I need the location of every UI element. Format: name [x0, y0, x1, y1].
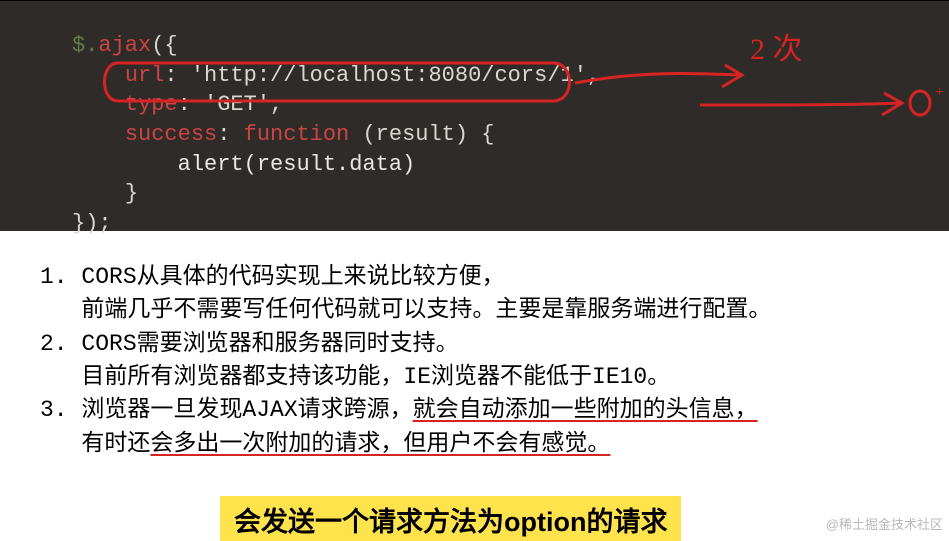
page-root: $.ajax({ url: 'http://localhost:8080/cor…	[0, 0, 949, 541]
code-block: $.ajax({ url: 'http://localhost:8080/cor…	[0, 1, 949, 231]
code-t: (result) {	[349, 122, 494, 147]
note-line: 目前所有浏览器都支持该功能，IE浏览器不能低于IE10。	[40, 364, 670, 390]
code-t: });	[72, 211, 112, 236]
code-t: :	[217, 122, 243, 147]
code-t: alert(result.data)	[178, 152, 416, 177]
code-t: ajax	[98, 33, 151, 58]
code-t: $.	[72, 33, 98, 58]
code-t: :	[178, 92, 204, 117]
code-t: ,	[270, 92, 283, 117]
note-line: 1. CORS从具体的代码实现上来说比较方便，	[40, 264, 505, 290]
code-t: success	[125, 122, 217, 147]
highlight-caption: 会发送一个请求方法为option的请求	[220, 496, 681, 541]
note-line: 2. CORS需要浏览器和服务器同时支持。	[40, 331, 459, 357]
note-line: 前端几乎不需要写任何代码就可以支持。主要是靠服务端进行配置。	[40, 297, 771, 323]
code-t: type	[125, 92, 178, 117]
code-t: }	[125, 181, 138, 206]
code-t: function	[244, 122, 350, 147]
watermark-text: @稀土掘金技术社区	[826, 514, 943, 533]
code-t: 'GET'	[204, 92, 270, 117]
code-t: ({	[151, 33, 177, 58]
code-t: 'http://localhost:8080/cors/1'	[191, 63, 587, 88]
note-underline: 会多出一次附加的请求，但用户不会有感觉。	[150, 431, 610, 457]
note-underline: 就会自动添加一些附加的头信息，	[413, 397, 758, 423]
note-line: 3. 浏览器一旦发现AJAX请求跨源，	[40, 397, 413, 423]
code-t: :	[164, 63, 190, 88]
code-t: ,	[587, 63, 600, 88]
note-line: 有时还	[40, 431, 150, 457]
notes-block: 1. CORS从具体的代码实现上来说比较方便， 前端几乎不需要写任何代码就可以支…	[0, 231, 949, 461]
code-t: url	[125, 63, 165, 88]
